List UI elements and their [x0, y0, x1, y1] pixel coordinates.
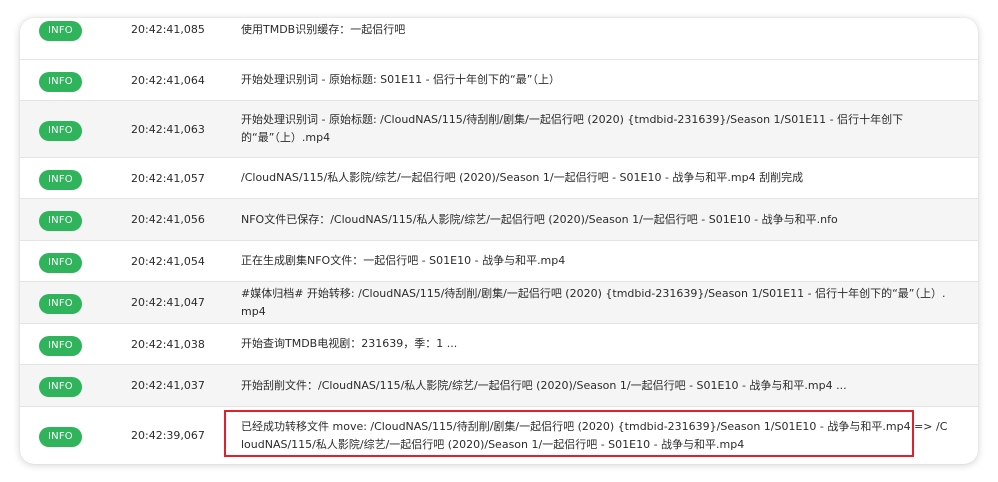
log-message: 已经成功转移文件 move: /CloudNAS/115/待刮削/剧集/一起侣行…: [241, 419, 948, 451]
log-row: INFO 20:42:41,056 NFO文件已保存：/CloudNAS/115…: [20, 199, 978, 241]
log-time: 20:42:41,054: [131, 254, 205, 268]
level-badge: INFO: [39, 427, 82, 447]
level-badge: INFO: [39, 294, 82, 314]
level-badge: INFO: [39, 169, 82, 190]
log-row: INFO 20:42:41,057 /CloudNAS/115/私人影院/综艺/…: [20, 158, 978, 199]
log-time: 20:42:41,037: [131, 379, 205, 392]
log-message: NFO文件已保存：/CloudNAS/115/私人影院/综艺/一起侣行吧 (20…: [241, 212, 838, 226]
log-row: INFO 20:42:41,064 开始处理识别词 - 原始标题: S01E11…: [20, 60, 978, 101]
level-badge: INFO: [39, 335, 82, 356]
log-row: INFO 20:42:41,047 #媒体归档# 开始转移: /CloudNAS…: [20, 282, 978, 324]
log-row: INFO 20:42:41,038 开始查询TMDB电视剧：231639，季：1…: [20, 324, 978, 365]
log-time: 20:42:41,057: [131, 171, 205, 185]
log-panel: INFO 20:42:41,085 使用TMDB识别缓存：一起侣行吧 INFO …: [20, 18, 978, 464]
log-time: 20:42:41,056: [131, 213, 205, 226]
level-badge: INFO: [39, 211, 82, 231]
log-row: INFO 20:42:41,063 开始处理识别词 - 原始标题: /Cloud…: [20, 101, 978, 158]
level-badge: INFO: [39, 71, 82, 92]
log-message: 开始刮削文件：/CloudNAS/115/私人影院/综艺/一起侣行吧 (2020…: [241, 378, 847, 392]
log-row: INFO 20:42:41,085 使用TMDB识别缓存：一起侣行吧: [20, 18, 978, 60]
level-badge: INFO: [39, 120, 82, 141]
log-time: 20:42:41,085: [131, 23, 205, 36]
log-time: 20:42:39,067: [131, 429, 205, 442]
log-message: 开始处理识别词 - 原始标题: S01E11 - 侣行十年创下的“最”（上）: [241, 73, 560, 86]
log-message: 开始查询TMDB电视剧：231639，季：1 ...: [241, 337, 458, 350]
log-table: INFO 20:42:41,085 使用TMDB识别缓存：一起侣行吧 INFO …: [20, 18, 978, 464]
level-badge: INFO: [39, 377, 82, 397]
log-message: #媒体归档# 开始转移: /CloudNAS/115/待刮削/剧集/一起侣行吧 …: [241, 286, 946, 318]
log-row: INFO 20:42:41,037 开始刮削文件：/CloudNAS/115/私…: [20, 365, 978, 407]
log-row: INFO 20:42:39,067 已经成功转移文件 move: /CloudN…: [20, 407, 978, 464]
log-message: 正在生成剧集NFO文件：一起侣行吧 - S01E10 - 战争与和平.mp4: [241, 254, 566, 267]
log-message: /CloudNAS/115/私人影院/综艺/一起侣行吧 (2020)/Seaso…: [241, 171, 804, 184]
log-time: 20:42:41,064: [131, 73, 205, 87]
log-message: 使用TMDB识别缓存：一起侣行吧: [241, 22, 406, 36]
log-time: 20:42:41,038: [131, 337, 205, 351]
log-message: 开始处理识别词 - 原始标题: /CloudNAS/115/待刮削/剧集/一起侣…: [241, 113, 904, 144]
log-row: INFO 20:42:41,054 正在生成剧集NFO文件：一起侣行吧 - S0…: [20, 241, 978, 282]
log-time: 20:42:41,063: [131, 122, 205, 136]
level-badge: INFO: [39, 21, 82, 41]
log-time: 20:42:41,047: [131, 296, 205, 309]
level-badge: INFO: [39, 252, 82, 273]
